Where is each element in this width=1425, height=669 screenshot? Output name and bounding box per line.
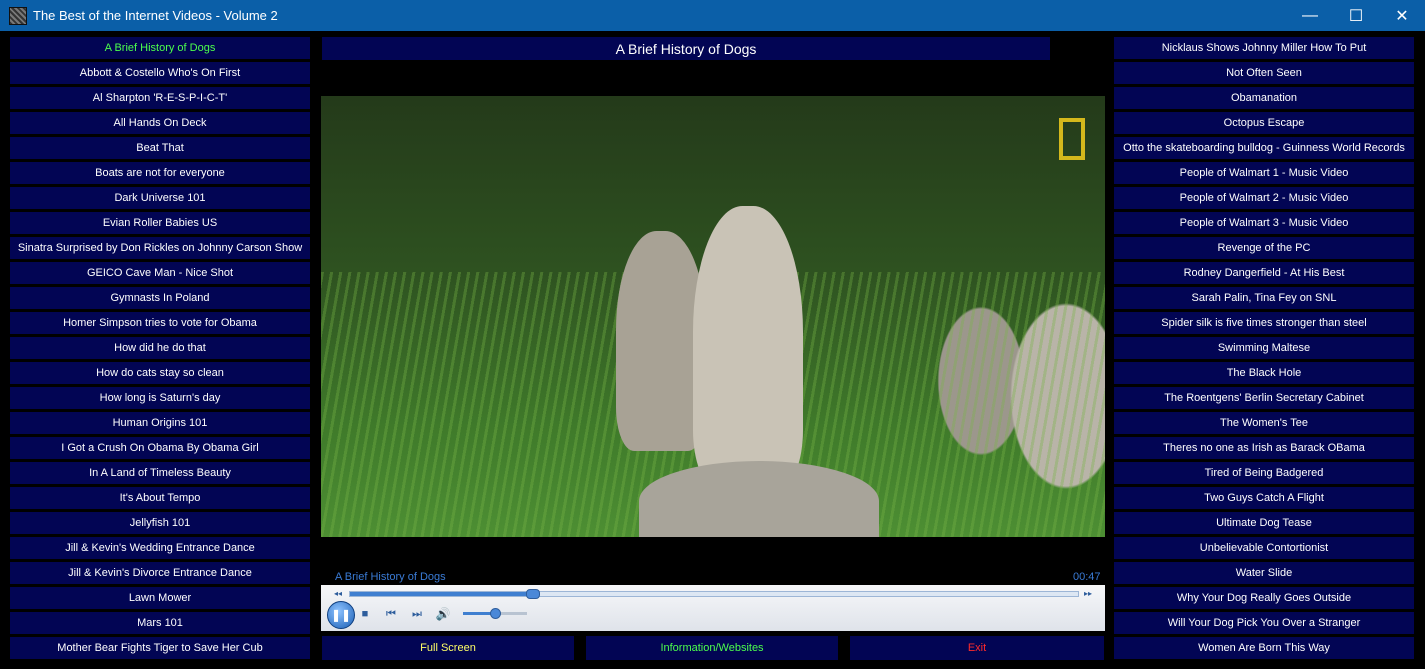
video-list-item[interactable]: Nicklaus Shows Johnny Miller How To Put: [1114, 37, 1414, 59]
video-list-item[interactable]: Spider silk is five times stronger than …: [1114, 312, 1414, 334]
video-list-item[interactable]: Beat That: [10, 137, 310, 159]
maximize-button[interactable]: ☐: [1333, 0, 1379, 31]
video-list-item[interactable]: Revenge of the PC: [1114, 237, 1414, 259]
video-list-item[interactable]: Evian Roller Babies US: [10, 212, 310, 234]
video-list-item[interactable]: Sinatra Surprised by Don Rickles on John…: [10, 237, 310, 259]
video-list-item[interactable]: Jill & Kevin's Divorce Entrance Dance: [10, 562, 310, 584]
video-list-item[interactable]: Obamanation: [1114, 87, 1414, 109]
video-list-item[interactable]: Not Often Seen: [1114, 62, 1414, 84]
player-controls: ◂◂ ▸▸ ❚❚ ■ ⏮ ⏭ 🔊: [321, 585, 1105, 631]
video-list-item[interactable]: Rodney Dangerfield - At His Best: [1114, 262, 1414, 284]
video-display[interactable]: [321, 96, 1105, 537]
video-list-item[interactable]: Abbott & Costello Who's On First: [10, 62, 310, 84]
pause-button[interactable]: ❚❚: [327, 601, 355, 629]
rewind-icon[interactable]: ◂◂: [331, 588, 345, 598]
video-list-item[interactable]: Human Origins 101: [10, 412, 310, 434]
status-title: A Brief History of Dogs: [335, 571, 446, 583]
minimize-button[interactable]: —: [1287, 0, 1333, 31]
video-list-item[interactable]: Swimming Maltese: [1114, 337, 1414, 359]
speaker-icon[interactable]: 🔊: [434, 605, 452, 623]
information-websites-button[interactable]: Information/Websites: [586, 636, 838, 660]
next-icon[interactable]: ⏭: [409, 606, 425, 622]
window-title: The Best of the Internet Videos - Volume…: [33, 8, 278, 23]
video-list-item[interactable]: How did he do that: [10, 337, 310, 359]
volume-thumb[interactable]: [490, 608, 501, 619]
video-list-item[interactable]: Octopus Escape: [1114, 112, 1414, 134]
playback-time: 00:47: [1073, 571, 1101, 583]
channel-logo-icon: [1059, 118, 1085, 160]
video-list-item[interactable]: I Got a Crush On Obama By Obama Girl: [10, 437, 310, 459]
video-list-item[interactable]: Sarah Palin, Tina Fey on SNL: [1114, 287, 1414, 309]
video-list-item[interactable]: Mars 101: [10, 612, 310, 634]
wolf-pup: [693, 206, 803, 486]
video-list-item[interactable]: Why Your Dog Really Goes Outside: [1114, 587, 1414, 609]
stop-icon[interactable]: ■: [357, 606, 373, 622]
video-list-item[interactable]: GEICO Cave Man - Nice Shot: [10, 262, 310, 284]
seek-thumb[interactable]: [526, 589, 540, 599]
video-list-item[interactable]: Al Sharpton 'R-E-S-P-I-C-T': [10, 87, 310, 109]
full-screen-button[interactable]: Full Screen: [322, 636, 574, 660]
video-list-item[interactable]: Homer Simpson tries to vote for Obama: [10, 312, 310, 334]
app-icon: [9, 7, 27, 25]
video-list-item[interactable]: The Black Hole: [1114, 362, 1414, 384]
left-video-list: A Brief History of Dogs Abbott & Costello…: [10, 37, 310, 662]
video-list-item[interactable]: A Brief History of Dogs: [10, 37, 310, 59]
video-list-item[interactable]: Jellyfish 101: [10, 512, 310, 534]
video-list-item[interactable]: Tired of Being Badgered: [1114, 462, 1414, 484]
video-list-item[interactable]: Two Guys Catch A Flight: [1114, 487, 1414, 509]
video-list-item[interactable]: People of Walmart 3 - Music Video: [1114, 212, 1414, 234]
video-list-item[interactable]: How do cats stay so clean: [10, 362, 310, 384]
pause-icon: ❚❚: [330, 608, 352, 622]
video-list-item[interactable]: The Roentgens' Berlin Secretary Cabinet: [1114, 387, 1414, 409]
video-list-item[interactable]: Women Are Born This Way: [1114, 637, 1414, 659]
video-list-item[interactable]: Water Slide: [1114, 562, 1414, 584]
seek-progress: [350, 592, 532, 596]
seek-bar[interactable]: [349, 589, 1079, 599]
current-video-title: A Brief History of Dogs: [322, 37, 1050, 60]
video-list-item[interactable]: Boats are not for everyone: [10, 162, 310, 184]
video-list-item[interactable]: Unbelievable Contortionist: [1114, 537, 1414, 559]
video-list-item[interactable]: Will Your Dog Pick You Over a Stranger: [1114, 612, 1414, 634]
video-list-item[interactable]: The Women's Tee: [1114, 412, 1414, 434]
video-list-item[interactable]: Mother Bear Fights Tiger to Save Her Cub: [10, 637, 310, 659]
exit-button[interactable]: Exit: [850, 636, 1104, 660]
close-button[interactable]: ✕: [1379, 0, 1425, 31]
video-list-item[interactable]: In A Land of Timeless Beauty: [10, 462, 310, 484]
video-list-item[interactable]: People of Walmart 1 - Music Video: [1114, 162, 1414, 184]
right-video-list: Nicklaus Shows Johnny Miller How To Put N…: [1114, 37, 1414, 662]
video-list-item[interactable]: Ultimate Dog Tease: [1114, 512, 1414, 534]
video-list-item[interactable]: It's About Tempo: [10, 487, 310, 509]
video-list-item[interactable]: How long is Saturn's day: [10, 387, 310, 409]
title-bar: The Best of the Internet Videos - Volume…: [0, 0, 1425, 31]
video-list-item[interactable]: Lawn Mower: [10, 587, 310, 609]
video-list-item[interactable]: Otto the skateboarding bulldog - Guinnes…: [1114, 137, 1414, 159]
video-list-item[interactable]: Dark Universe 101: [10, 187, 310, 209]
fast-forward-icon[interactable]: ▸▸: [1081, 588, 1095, 598]
previous-icon[interactable]: ⏮: [383, 606, 399, 622]
volume-slider[interactable]: [463, 608, 527, 619]
video-list-item[interactable]: Jill & Kevin's Wedding Entrance Dance: [10, 537, 310, 559]
video-list-item[interactable]: All Hands On Deck: [10, 112, 310, 134]
video-list-item[interactable]: Gymnasts In Poland: [10, 287, 310, 309]
video-list-item[interactable]: People of Walmart 2 - Music Video: [1114, 187, 1414, 209]
video-list-item[interactable]: Theres no one as Irish as Barack OBama: [1114, 437, 1414, 459]
